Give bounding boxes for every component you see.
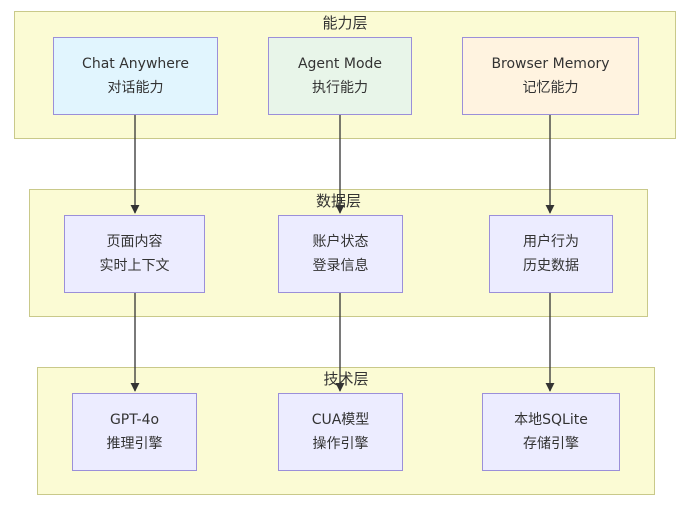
edges-layer <box>130 115 555 392</box>
